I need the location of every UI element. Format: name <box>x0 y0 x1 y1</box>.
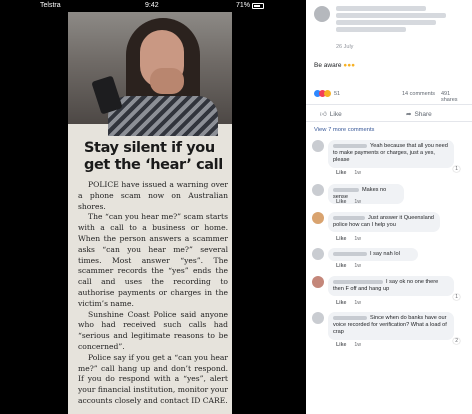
clock-label: 9:42 <box>145 2 159 9</box>
reaction-count[interactable]: 51 <box>334 91 340 97</box>
comment-meta: Like 1w <box>336 199 362 205</box>
post-date[interactable]: 26 July <box>336 44 353 50</box>
post-actions: 👍︎ Like ➦ Share <box>306 104 472 122</box>
commenter-name[interactable] <box>333 215 365 220</box>
view-more-comments-link[interactable]: View 7 more comments <box>314 127 374 133</box>
commenter-avatar[interactable] <box>312 312 324 324</box>
article-paragraph: The “can you hear me?” scam starts with … <box>78 212 228 308</box>
article-body: POLICE have issued a warning over a phon… <box>78 180 228 407</box>
status-bar: Telstra 9:42 71% <box>0 0 306 12</box>
commenter-name[interactable] <box>333 315 367 320</box>
commenter-avatar[interactable] <box>312 140 324 152</box>
comment-reaction-badge[interactable]: 1 <box>453 294 460 300</box>
battery-icon <box>252 3 264 9</box>
facebook-post-panel: 26 July Be aware ●●● 51 14 comments 491 … <box>306 0 472 414</box>
newspaper-clipping: Stay silent if you get the ‘hear’ call P… <box>68 12 232 414</box>
commenter-name[interactable] <box>333 279 383 284</box>
commenter-avatar[interactable] <box>312 184 324 196</box>
commenter-avatar[interactable] <box>312 248 324 260</box>
comment-meta: Like 1w <box>336 300 362 306</box>
comment-meta: Like 1w <box>336 342 362 348</box>
comment-count[interactable]: 14 comments <box>402 91 435 97</box>
emoji-icon: ●●● <box>343 62 356 69</box>
phone-screenshot: Telstra 9:42 71% Stay silent if you get … <box>0 0 306 414</box>
article-paragraph: Police say if you get a “can you hear me… <box>78 352 228 405</box>
post-text: Be aware ●●● <box>314 62 355 69</box>
comment-meta: Like 1w <box>336 170 362 176</box>
comment-like-button[interactable]: Like <box>336 170 346 176</box>
comment-bubble: Yeah because that all you need to make p… <box>328 140 454 168</box>
comment-bubble: I say ok no one there then F off and han… <box>328 276 454 297</box>
reactions-bar[interactable]: 51 14 comments 491 shares <box>314 90 464 103</box>
article-photo <box>68 12 232 136</box>
comment-like-button[interactable]: Like <box>336 236 346 242</box>
comment-bubble: I say nah lol <box>328 248 418 262</box>
thumbs-up-icon: 👍︎ <box>320 111 327 118</box>
comment-like-button[interactable]: Like <box>336 300 346 306</box>
commenter-name[interactable] <box>333 187 359 192</box>
comment-reaction-badge[interactable]: 1 <box>453 166 460 172</box>
post-text-label: Be aware <box>314 62 342 69</box>
post-author-name[interactable] <box>336 6 456 34</box>
comment-meta: Like 1w <box>336 236 362 242</box>
comment-like-button[interactable]: Like <box>336 199 346 205</box>
commenter-name[interactable] <box>333 143 367 148</box>
phone-icon <box>91 75 123 115</box>
comment-bubble: Since when do banks have our voice recor… <box>328 312 454 340</box>
comment-meta: Like 1w <box>336 263 362 269</box>
commenter-name[interactable] <box>333 251 367 256</box>
commenter-avatar[interactable] <box>312 212 324 224</box>
post-author-avatar[interactable] <box>314 6 330 22</box>
share-button[interactable]: ➦ Share <box>406 110 432 118</box>
comment-like-button[interactable]: Like <box>336 342 346 348</box>
like-button[interactable]: 👍︎ Like <box>320 110 342 118</box>
article-headline: Stay silent if you get the ‘hear’ call <box>84 140 223 173</box>
comment-like-button[interactable]: Like <box>336 263 346 269</box>
comment-bubble: Just answer it Queensland police how can… <box>328 212 440 233</box>
battery-label: 71% <box>236 2 251 9</box>
wow-reaction-icon <box>324 90 331 97</box>
share-arrow-icon: ➦ <box>406 111 412 118</box>
comment-reaction-badge[interactable]: 2 <box>453 338 460 344</box>
article-paragraph: POLICE have issued a warning over a phon… <box>78 180 228 211</box>
article-paragraph: Sunshine Coast Police said anyone who ha… <box>78 309 228 351</box>
commenter-avatar[interactable] <box>312 276 324 288</box>
share-count[interactable]: 491 shares <box>441 91 464 103</box>
carrier-label: Telstra <box>40 2 61 9</box>
